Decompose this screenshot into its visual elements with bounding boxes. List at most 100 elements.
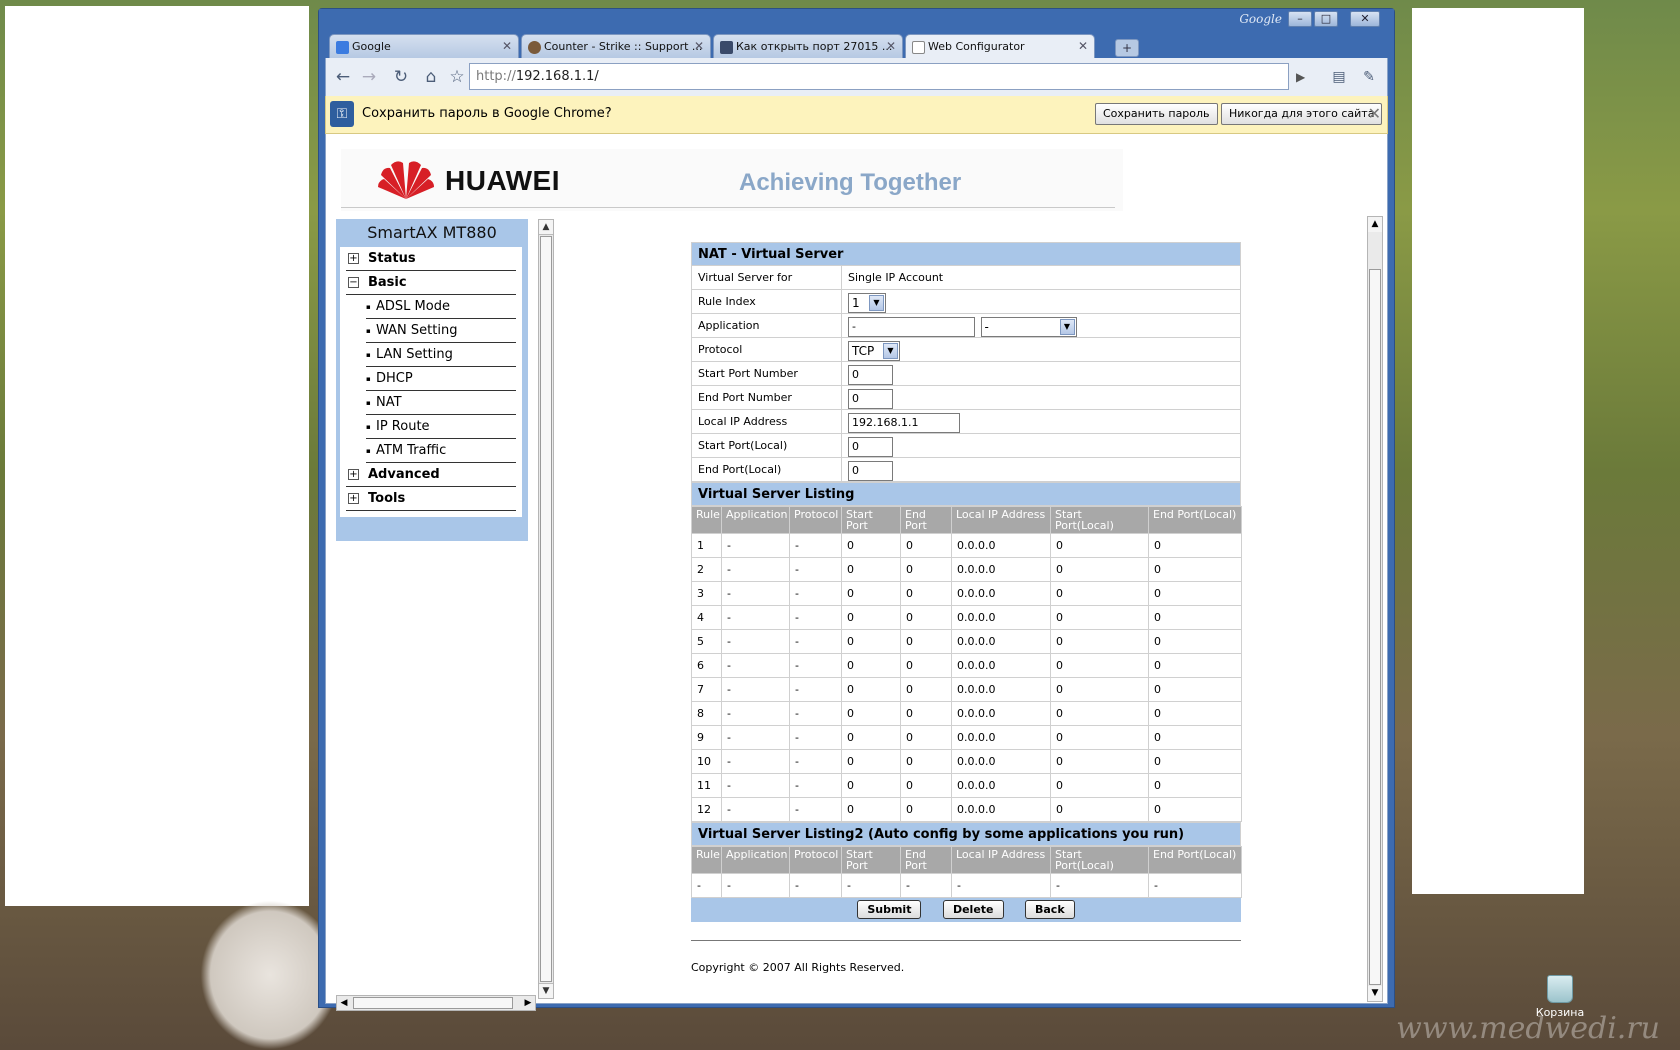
table-cell: 6	[691, 653, 722, 678]
save-password-button[interactable]: Сохранить пароль	[1095, 103, 1218, 125]
table-row[interactable]: 9- -0 0 0.0.0.0 0 0	[691, 725, 1242, 750]
expand-plus-icon[interactable]: +	[348, 253, 359, 264]
end-port-local-input[interactable]: 0	[848, 460, 893, 481]
nav-item-basic[interactable]: − Basic	[346, 271, 516, 295]
select-value: TCP	[852, 343, 875, 358]
expand-plus-icon[interactable]: +	[348, 493, 359, 504]
scroll-thumb[interactable]	[353, 997, 513, 1009]
close-window-button[interactable]: ✕	[1350, 11, 1380, 27]
scroll-right-icon[interactable]: ▶	[521, 996, 535, 1010]
table-cell: 0	[900, 749, 952, 774]
table-row[interactable]: 8- -0 0 0.0.0.0 0 0	[691, 701, 1242, 726]
table-cell: 3	[691, 581, 722, 606]
table-cell: 0	[841, 557, 901, 582]
page-menu-icon[interactable]: ▤	[1326, 64, 1352, 90]
nav-item-status[interactable]: + Status	[346, 247, 516, 271]
nav-item-advanced[interactable]: + Advanced	[346, 463, 516, 487]
scroll-up-icon[interactable]: ▲	[539, 220, 553, 235]
table-row[interactable]: 12- -0 0 0.0.0.0 0 0	[691, 797, 1242, 822]
scroll-thumb[interactable]	[540, 236, 552, 982]
never-for-site-button[interactable]: Никогда для этого сайта	[1221, 103, 1383, 125]
end-port-input[interactable]: 0	[848, 388, 893, 409]
main-vertical-scrollbar[interactable]: ▲ ▼	[1367, 216, 1383, 1002]
scroll-down-icon[interactable]: ▼	[1368, 986, 1382, 1001]
table-cell: 0	[900, 797, 952, 822]
table-cell: 0	[1148, 629, 1242, 654]
table-cell: -	[721, 533, 790, 558]
table-cell: -	[789, 797, 842, 822]
tab-close-icon[interactable]: ✕	[502, 39, 512, 53]
home-icon[interactable]: ⌂	[418, 64, 444, 90]
scroll-thumb[interactable]	[1369, 269, 1381, 985]
table-cell: 0	[1050, 653, 1149, 678]
table-cell: 0	[841, 773, 901, 798]
application-input[interactable]: -	[848, 316, 975, 337]
scroll-down-icon[interactable]: ▼	[539, 983, 553, 998]
table-cell: 0.0.0.0	[951, 773, 1051, 798]
table-row[interactable]: 4- -0 0 0.0.0.0 0 0	[691, 605, 1242, 630]
table-row[interactable]: 10- -0 0 0.0.0.0 0 0	[691, 749, 1242, 774]
table-row[interactable]: 3- -0 0 0.0.0.0 0 0	[691, 581, 1242, 606]
desktop-window-left	[5, 6, 309, 906]
tab-counter-strike[interactable]: Counter - Strike :: Support ... ✕	[521, 34, 711, 58]
table-cell: 0	[1050, 773, 1149, 798]
expand-plus-icon[interactable]: +	[348, 469, 359, 480]
browser-window: Google – □ ✕ Google ✕ Counter - Strike :…	[318, 8, 1395, 1011]
reload-icon[interactable]: ↻	[388, 64, 414, 90]
back-button[interactable]: Back	[1025, 900, 1075, 919]
nav-item-tools[interactable]: + Tools	[346, 487, 516, 511]
back-arrow-icon[interactable]: ←	[330, 64, 356, 90]
nav-vertical-scrollbar[interactable]: ▲ ▼	[538, 219, 554, 999]
scroll-left-icon[interactable]: ◀	[337, 996, 351, 1010]
collapse-minus-icon[interactable]: −	[348, 277, 359, 288]
wrench-menu-icon[interactable]: ✎	[1356, 64, 1382, 90]
tab-close-icon[interactable]: ✕	[886, 39, 896, 53]
nav-item-wan-setting[interactable]: WAN Setting	[366, 319, 516, 343]
new-tab-button[interactable]: +	[1115, 39, 1139, 57]
table-row[interactable]: 1- -0 0 0.0.0.0 0 0	[691, 533, 1242, 558]
tab-close-icon[interactable]: ✕	[1078, 39, 1088, 53]
table-cell: -	[789, 749, 842, 774]
form-row: Local IP Address 192.168.1.1	[691, 410, 1241, 434]
rule-index-select[interactable]: 1 ▼	[848, 292, 886, 313]
maximize-button[interactable]: □	[1314, 11, 1338, 27]
nav-item-adsl-mode[interactable]: ADSL Mode	[366, 295, 516, 319]
forward-arrow-icon[interactable]: →	[356, 64, 382, 90]
delete-button[interactable]: Delete	[942, 900, 1004, 919]
device-model-title: SmartAX MT880	[367, 223, 497, 242]
start-port-local-input[interactable]: 0	[848, 436, 893, 457]
table-row[interactable]: --------	[691, 873, 1242, 898]
table-row[interactable]: 2- -0 0 0.0.0.0 0 0	[691, 557, 1242, 582]
table-row[interactable]: 7- -0 0 0.0.0.0 0 0	[691, 677, 1242, 702]
local-ip-input[interactable]: 192.168.1.1	[848, 412, 960, 433]
table-row[interactable]: 6- -0 0 0.0.0.0 0 0	[691, 653, 1242, 678]
scroll-up-icon[interactable]: ▲	[1368, 217, 1382, 232]
table-cell: 0	[900, 581, 952, 606]
nav-item-lan-setting[interactable]: LAN Setting	[366, 343, 516, 367]
start-port-input[interactable]: 0	[848, 364, 893, 385]
application-select[interactable]: - ▼	[980, 316, 1077, 337]
nav-item-ip-route[interactable]: IP Route	[366, 415, 516, 439]
tab-web-configurator[interactable]: Web Configurator ✕	[905, 34, 1095, 59]
minimize-button[interactable]: –	[1288, 11, 1312, 27]
nav-item-dhcp[interactable]: DHCP	[366, 367, 516, 391]
nav-horizontal-scrollbar[interactable]: ◀ ▶	[336, 995, 536, 1011]
protocol-select[interactable]: TCP ▼	[848, 340, 900, 361]
table-cell: 0.0.0.0	[951, 653, 1051, 678]
tab-google[interactable]: Google ✕	[329, 34, 519, 58]
submit-button[interactable]: Submit	[857, 900, 922, 919]
address-bar[interactable]: http://192.168.1.1/	[469, 63, 1289, 90]
nav-item-atm-traffic[interactable]: ATM Traffic	[366, 439, 516, 463]
tab-close-icon[interactable]: ✕	[694, 39, 704, 53]
infobar-close-icon[interactable]: ✕	[1368, 104, 1381, 123]
table-cell: 0	[900, 629, 952, 654]
table-row[interactable]: 5- -0 0 0.0.0.0 0 0	[691, 629, 1242, 654]
table-cell: 0.0.0.0	[951, 605, 1051, 630]
bookmark-star-icon[interactable]: ☆	[444, 64, 470, 90]
nav-item-nat[interactable]: NAT	[366, 391, 516, 415]
table-row[interactable]: 11- -0 0 0.0.0.0 0 0	[691, 773, 1242, 798]
go-arrow-icon[interactable]: ▶	[1296, 64, 1305, 90]
table-cell: 0	[1050, 725, 1149, 750]
table-cell: 0	[1148, 605, 1242, 630]
tab-open-port[interactable]: Как открыть порт 27015 ... ✕	[713, 34, 903, 58]
